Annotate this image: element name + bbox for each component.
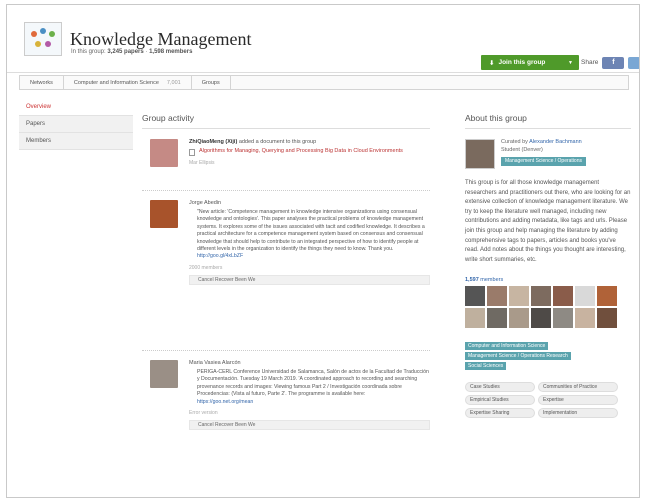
activity-post: Maria Vasiea Alarcón PERIGA-CERL Confere… — [142, 351, 430, 481]
members-count-number: 1,597 — [465, 277, 479, 284]
papers-count[interactable]: 3,245 papers — [107, 49, 143, 55]
share-area: Share f — [581, 55, 639, 70]
avatar[interactable] — [150, 139, 178, 167]
topic-tags: Case Studies Communities of Practice Emp… — [465, 382, 631, 419]
avatar[interactable] — [531, 308, 551, 329]
share-label: Share — [581, 59, 599, 66]
post-text: "New article: 'Competence management in … — [197, 209, 430, 261]
topic-tag[interactable]: Expertise Sharing — [465, 408, 535, 419]
tab-networks[interactable]: Networks — [20, 76, 64, 89]
avatar[interactable] — [465, 286, 485, 307]
topic-tag[interactable]: Case Studies — [465, 382, 535, 393]
group-activity: Group activity ZhiQiaoMeng (Xiji) added … — [142, 113, 430, 481]
left-nav: Overview Papers Members — [19, 99, 133, 150]
member-avatar-grid — [465, 286, 631, 329]
avatar[interactable] — [575, 308, 595, 329]
activity-heading: Group activity — [142, 113, 430, 129]
group-header: Knowledge Management In this group: 3,24… — [7, 5, 639, 73]
avatar[interactable] — [597, 308, 617, 329]
category-tag[interactable]: Computer and Information Science — [465, 342, 549, 351]
topic-tag[interactable]: Expertise — [538, 395, 618, 406]
post-meta: Error version — [189, 409, 218, 416]
avatar[interactable] — [509, 286, 529, 307]
post-body: "New article: 'Competence management in … — [197, 209, 425, 252]
about-group: About this group Curated by Alexander Ba… — [465, 113, 631, 419]
members-heading[interactable]: 1,597 members — [465, 277, 631, 283]
document-link[interactable]: Algorithms for Managing, Querying and Pr… — [189, 148, 430, 156]
avatar[interactable] — [597, 286, 617, 307]
activity-post: Jorge Abedin "New article: 'Competence m… — [142, 191, 430, 351]
facebook-share-icon[interactable]: f — [602, 56, 625, 69]
group-title: Knowledge Management — [70, 29, 252, 49]
post-text: PERIGA-CERL Conference Universidad de Sa… — [197, 369, 430, 406]
post-meta: 2000 members — [189, 264, 223, 271]
avatar[interactable] — [465, 308, 485, 329]
category-tag[interactable]: Management Science / Operations Research — [465, 352, 571, 361]
avatar[interactable] — [509, 308, 529, 329]
tab-cs-count: 7,001 — [166, 79, 181, 86]
stats-prefix: In this group: — [71, 49, 106, 55]
avatar[interactable] — [150, 200, 178, 228]
group-description: This group is for all those knowledge ma… — [465, 180, 631, 263]
document-title[interactable]: Algorithms for Managing, Querying and Pr… — [199, 148, 403, 156]
tab-groups-label: Groups — [201, 79, 220, 86]
comment-bar[interactable]: Cancel Recover Been We — [189, 274, 430, 285]
curator-avatar[interactable] — [465, 139, 495, 169]
post-body: PERIGA-CERL Conference Universidad de Sa… — [197, 369, 429, 398]
nav-overview[interactable]: Overview — [19, 99, 133, 116]
post-author[interactable]: Maria Vasiea Alarcón — [189, 360, 430, 366]
curator-card: Curated by Alexander Bachmann Student (D… — [465, 139, 631, 169]
nav-members[interactable]: Members — [19, 133, 133, 150]
more-share-icon[interactable] — [628, 56, 639, 69]
curated-by-label: Curated by — [501, 139, 528, 145]
avatar[interactable] — [553, 308, 573, 329]
members-label: members — [480, 277, 504, 284]
group-logo — [24, 22, 62, 56]
download-icon: ⬇ — [489, 59, 495, 67]
topic-tag[interactable]: Communities of Practice — [538, 382, 618, 393]
join-group-button[interactable]: ⬇ Join this group ▼ — [481, 55, 579, 70]
chevron-down-icon[interactable]: ▼ — [568, 60, 573, 66]
avatar[interactable] — [150, 360, 178, 388]
curator-name[interactable]: Alexander Bachmann — [529, 139, 582, 145]
activity-post: ZhiQiaoMeng (Xiji) added a document to t… — [142, 139, 430, 191]
avatar[interactable] — [487, 308, 507, 329]
post-link[interactable]: http://goo.gl/4xLbZF — [197, 253, 430, 260]
topic-tag[interactable]: Implementation — [538, 408, 618, 419]
avatar[interactable] — [487, 286, 507, 307]
comment-bar[interactable]: Cancel Recover Been We — [189, 419, 430, 430]
curator-role: Student (Denver) — [501, 146, 543, 153]
tab-computer-science[interactable]: Computer and Information Science 7,001 — [64, 76, 192, 89]
about-heading: About this group — [465, 113, 631, 129]
post-author-line: ZhiQiaoMeng (Xiji) added a document to t… — [189, 139, 430, 145]
document-icon — [189, 149, 195, 156]
post-link[interactable]: https://goo.net.org/mean — [197, 399, 430, 406]
category-tag[interactable]: Social Sciences — [465, 362, 507, 371]
post-action: added a document to this group — [238, 139, 317, 145]
page-frame: Knowledge Management In this group: 3,24… — [6, 4, 640, 498]
tab-groups[interactable]: Groups — [192, 76, 231, 89]
avatar[interactable] — [531, 286, 551, 307]
breadcrumb-tabs: Networks Computer and Information Scienc… — [19, 75, 629, 90]
members-count[interactable]: 1,598 members — [149, 49, 192, 55]
post-author[interactable]: Jorge Abedin — [189, 200, 430, 206]
topic-tag[interactable]: Empirical Studies — [465, 395, 535, 406]
join-label: Join this group — [498, 59, 546, 66]
post-meta: Mar Ellipsis — [189, 160, 215, 166]
tab-networks-label: Networks — [30, 79, 53, 86]
group-stats: In this group: 3,245 papers · 1,598 memb… — [71, 49, 193, 55]
avatar[interactable] — [553, 286, 573, 307]
tab-cs-label: Computer and Information Science — [73, 79, 159, 86]
nav-papers[interactable]: Papers — [19, 116, 133, 133]
curator-badge[interactable]: Management Science / Operations — [501, 157, 586, 167]
post-author[interactable]: ZhiQiaoMeng (Xiji) — [189, 139, 237, 145]
avatar[interactable] — [575, 286, 595, 307]
